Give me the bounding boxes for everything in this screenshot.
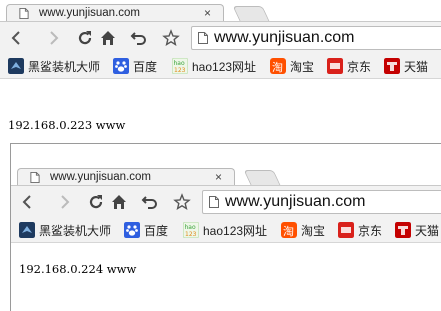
address-bar[interactable]: www.yunjisuan.com bbox=[202, 190, 441, 214]
forward-arrow-icon[interactable] bbox=[55, 193, 73, 211]
bookmarks-bar: 黑鲨装机大师 百度 hao 123 hao123网址 淘 淘宝 京东 天猫 bbox=[0, 54, 441, 79]
tab-close-icon[interactable]: × bbox=[215, 170, 222, 184]
tab-title: www.yunjisuan.com bbox=[39, 7, 140, 19]
toolbar: www.yunjisuan.com bbox=[11, 186, 441, 218]
reload-icon[interactable] bbox=[76, 29, 94, 47]
bookmark-star-icon[interactable] bbox=[173, 193, 191, 211]
home-icon[interactable] bbox=[99, 29, 117, 47]
svg-text:123: 123 bbox=[185, 231, 197, 238]
page-favicon-icon bbox=[19, 8, 29, 19]
svg-text:123: 123 bbox=[174, 67, 186, 74]
home-icon[interactable] bbox=[110, 193, 128, 211]
page-info-icon[interactable] bbox=[209, 196, 219, 208]
new-tab-button[interactable] bbox=[232, 6, 270, 21]
blackshark-icon bbox=[19, 222, 35, 238]
back-arrow-icon[interactable] bbox=[19, 193, 37, 211]
address-bar[interactable]: www.yunjisuan.com bbox=[191, 26, 441, 50]
reload-icon[interactable] bbox=[87, 193, 105, 211]
svg-text:hao: hao bbox=[174, 60, 185, 67]
tmall-icon bbox=[395, 222, 411, 238]
bookmark-star-icon[interactable] bbox=[162, 29, 180, 47]
svg-text:淘: 淘 bbox=[283, 225, 294, 238]
baidu-paw-icon bbox=[113, 58, 129, 74]
tab-active[interactable]: www.yunjisuan.com × bbox=[6, 4, 224, 22]
url-text: www.yunjisuan.com bbox=[225, 193, 366, 210]
back-arrow-icon[interactable] bbox=[8, 29, 26, 47]
page-info-icon[interactable] bbox=[198, 32, 208, 44]
jd-icon bbox=[327, 58, 343, 74]
forward-arrow-icon[interactable] bbox=[44, 29, 62, 47]
tab-close-icon[interactable]: × bbox=[204, 6, 211, 20]
tab-active[interactable]: www.yunjisuan.com × bbox=[17, 168, 235, 186]
undo-icon[interactable] bbox=[130, 29, 148, 47]
jd-icon bbox=[338, 222, 354, 238]
svg-text:hao: hao bbox=[185, 224, 196, 231]
undo-icon[interactable] bbox=[141, 193, 159, 211]
tmall-icon bbox=[384, 58, 400, 74]
new-tab-button[interactable] bbox=[243, 170, 281, 185]
url-text: www.yunjisuan.com bbox=[214, 29, 355, 46]
browser-window-2: www.yunjisuan.com × www.yunjisuan.com 黑鲨… bbox=[10, 143, 441, 311]
hao123-icon: hao 123 bbox=[183, 222, 199, 238]
page-content-text: 192.168.0.224 www bbox=[19, 262, 137, 276]
toolbar: www.yunjisuan.com bbox=[0, 22, 441, 54]
tab-title: www.yunjisuan.com bbox=[50, 171, 151, 183]
baidu-paw-icon bbox=[124, 222, 140, 238]
tab-strip: www.yunjisuan.com × bbox=[11, 144, 441, 186]
browser-window-1: www.yunjisuan.com × www.yunjisuan.com 黑鲨… bbox=[0, 0, 441, 150]
tab-strip: www.yunjisuan.com × bbox=[0, 0, 441, 22]
hao123-icon: hao 123 bbox=[172, 58, 188, 74]
bookmarks-bar: 黑鲨装机大师 百度 hao 123 hao123网址 淘 淘宝 京东 天猫 bbox=[11, 218, 441, 243]
page-favicon-icon bbox=[30, 172, 40, 183]
taobao-icon: 淘 bbox=[270, 58, 286, 74]
page-content-text: 192.168.0.223 www bbox=[8, 118, 126, 132]
blackshark-icon bbox=[8, 58, 24, 74]
taobao-icon: 淘 bbox=[281, 222, 297, 238]
svg-text:淘: 淘 bbox=[272, 61, 283, 74]
